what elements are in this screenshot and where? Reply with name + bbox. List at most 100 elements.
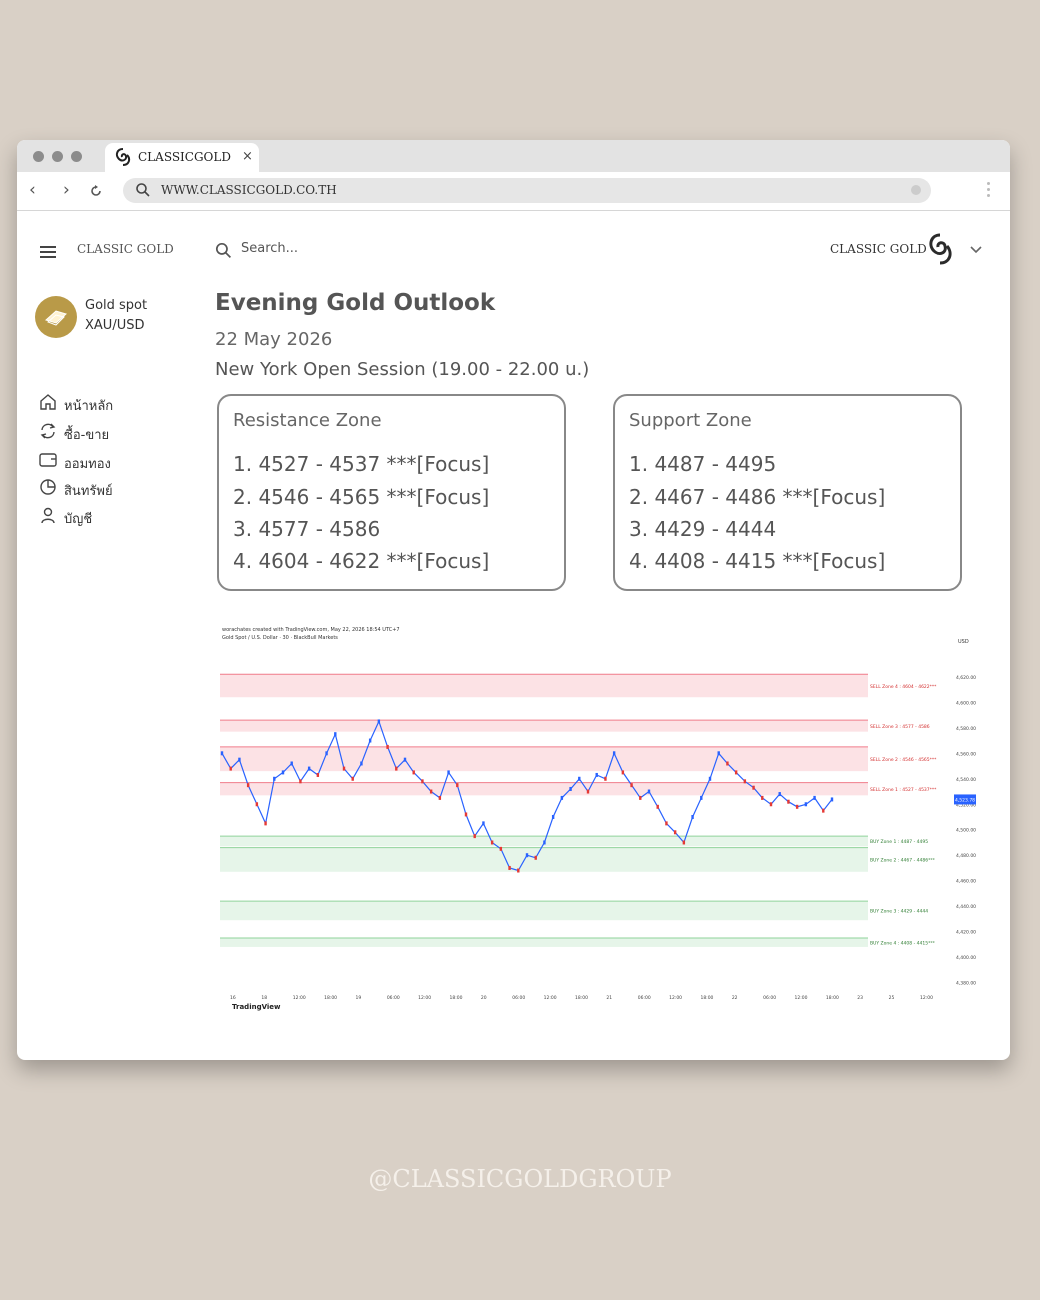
price-candle xyxy=(264,821,267,826)
y-tick-label: 4,420.00 xyxy=(956,930,976,936)
search-icon xyxy=(136,183,150,197)
price-candle xyxy=(220,751,224,756)
classicgold-logo-icon xyxy=(929,233,952,265)
y-tick-label: 4,540.00 xyxy=(956,777,976,783)
hamburger-menu-icon[interactable] xyxy=(40,246,56,261)
price-candle xyxy=(578,776,581,781)
y-tick-label: 4,460.00 xyxy=(956,879,976,885)
x-tick-label: 18 xyxy=(261,995,267,1001)
price-candle xyxy=(238,757,241,762)
price-candle xyxy=(273,776,276,781)
y-tick-label: 4,600.00 xyxy=(956,700,976,706)
brand-right: CLASSIC GOLD xyxy=(830,242,927,256)
price-candle xyxy=(429,789,433,794)
price-candle xyxy=(708,776,712,781)
price-candle xyxy=(656,804,659,809)
resistance-item: 3. 4577 - 4586 xyxy=(233,517,381,541)
window-close-dot[interactable] xyxy=(33,151,44,162)
price-candle xyxy=(612,751,616,756)
window-maximize-dot[interactable] xyxy=(71,151,82,162)
price-candle xyxy=(290,761,293,766)
last-price-label: 4,523.78 xyxy=(955,797,975,803)
zone-label-4: BUY Zone 1 : 4487 - 4495 xyxy=(870,839,928,845)
search-icon[interactable] xyxy=(215,242,232,259)
support-item: 2. 4467 - 4486 ***[Focus] xyxy=(629,485,886,509)
y-tick-label: 4,580.00 xyxy=(956,726,976,732)
price-candle xyxy=(368,738,372,743)
price-candle xyxy=(447,770,450,775)
chevron-down-icon[interactable] xyxy=(970,246,982,254)
support-zone-card: Support Zone 1. 4487 - 4495 2. 4467 - 44… xyxy=(613,394,962,591)
price-candle xyxy=(525,853,529,858)
price-candle xyxy=(761,795,764,800)
x-tick-label: 16 xyxy=(230,995,236,1001)
x-tick-label: 23 xyxy=(857,995,863,1001)
x-tick-label: 12:00 xyxy=(418,995,431,1001)
price-candle xyxy=(743,779,747,784)
price-candle xyxy=(438,795,442,800)
y-tick-label: 4,400.00 xyxy=(956,955,976,961)
price-candle xyxy=(586,789,590,794)
back-icon[interactable]: ‹ xyxy=(29,180,36,200)
price-candle xyxy=(551,815,555,819)
x-tick-label: 18:00 xyxy=(324,995,337,1001)
search-input[interactable]: Search... xyxy=(241,241,298,256)
x-tick-label: 06:00 xyxy=(512,995,525,1001)
zone-label-3: SELL Zone 1 : 4527 - 4537*** xyxy=(870,787,937,793)
price-candle xyxy=(490,840,494,845)
address-bar[interactable]: WWW.CLASSICGOLD.CO.TH xyxy=(123,178,931,203)
price-candle xyxy=(325,751,328,756)
x-tick-label: 22 xyxy=(732,995,738,1001)
x-tick-label: 25 xyxy=(889,995,895,1001)
price-candle xyxy=(813,795,816,800)
price-candle xyxy=(830,797,834,802)
y-tick-label: 4,480.00 xyxy=(956,853,976,859)
browser-tab-bar: CLASSICGOLD × xyxy=(17,140,1010,172)
price-candle xyxy=(499,846,503,851)
x-tick-label: 12:00 xyxy=(669,995,682,1001)
zone-band-2 xyxy=(220,746,868,772)
price-candle xyxy=(726,761,729,766)
zone-label-2: SELL Zone 2 : 4546 - 4565*** xyxy=(870,757,937,763)
price-candle xyxy=(534,855,537,860)
y-tick-label: 4,620.00 xyxy=(956,675,976,681)
window-minimize-dot[interactable] xyxy=(52,151,63,162)
sidebar-item-label: หน้าหลัก xyxy=(64,399,114,414)
x-tick-label: 19 xyxy=(355,995,361,1001)
price-candle xyxy=(595,772,598,777)
price-candle xyxy=(246,783,250,788)
price-candle xyxy=(334,732,337,737)
support-title: Support Zone xyxy=(629,410,752,431)
site-settings-icon[interactable] xyxy=(911,185,921,195)
browser-tab[interactable]: CLASSICGOLD × xyxy=(105,143,259,172)
price-candle xyxy=(822,808,825,813)
y-tick-label: 4,380.00 xyxy=(956,981,976,987)
price-candle xyxy=(734,770,738,775)
zone-band-6 xyxy=(220,901,868,921)
tradingview-watermark: TradingView xyxy=(232,1003,281,1011)
support-item: 3. 4429 - 4444 xyxy=(629,517,777,541)
price-candle xyxy=(543,840,546,845)
reload-icon[interactable] xyxy=(89,184,103,198)
price-candle xyxy=(682,840,686,845)
gold-price-chart: worachates created with TradingView.com,… xyxy=(220,627,980,1011)
browser-menu-icon[interactable] xyxy=(987,182,990,200)
price-candle xyxy=(639,795,642,800)
tab-close-icon[interactable]: × xyxy=(242,149,253,164)
price-candle xyxy=(421,779,424,784)
x-tick-label: 12:00 xyxy=(795,995,808,1001)
support-item: 4. 4408 - 4415 ***[Focus] xyxy=(629,549,886,573)
resistance-zone-card: Resistance Zone 1. 4527 - 4537 ***[Focus… xyxy=(217,394,566,591)
price-candle xyxy=(229,766,232,771)
resistance-item: 2. 4546 - 4565 ***[Focus] xyxy=(233,485,490,509)
price-candle xyxy=(804,802,808,807)
price-candle xyxy=(281,770,285,775)
price-candle xyxy=(752,785,755,790)
wallet-icon xyxy=(39,453,57,467)
y-tick-label: 4,500.00 xyxy=(956,828,976,834)
x-tick-label: 18:00 xyxy=(450,995,463,1001)
forward-icon[interactable]: › xyxy=(63,180,70,200)
price-candle xyxy=(769,802,773,807)
price-candle xyxy=(691,815,694,819)
zone-band-5 xyxy=(220,847,868,872)
